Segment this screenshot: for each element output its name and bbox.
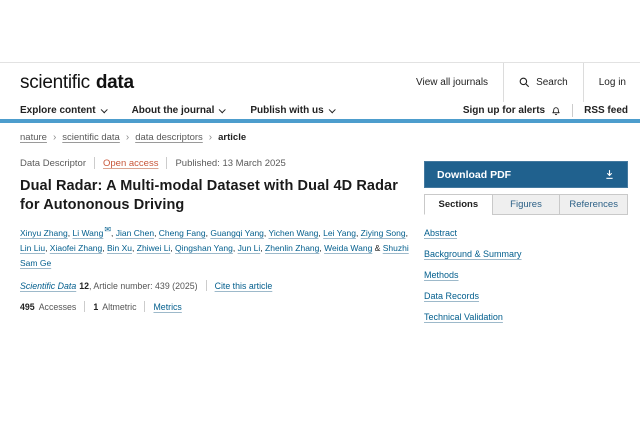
article-title: Dual Radar: A Multi-modal Dataset with D…: [20, 177, 410, 214]
download-icon: [604, 169, 615, 180]
author-link[interactable]: Yichen Wang: [268, 228, 318, 238]
nav-about-journal[interactable]: About the journal: [132, 105, 225, 116]
breadcrumb-current: article: [218, 132, 246, 143]
author-link[interactable]: Ziying Song: [361, 228, 406, 238]
section-link-abstract[interactable]: Abstract: [424, 228, 628, 238]
view-all-journals-label: View all journals: [416, 77, 488, 88]
bell-icon: [551, 105, 561, 116]
signup-alerts-link[interactable]: Sign up for alerts: [463, 105, 561, 116]
author-link[interactable]: Zhiwei Li: [137, 243, 171, 253]
search-button[interactable]: Search: [504, 63, 583, 102]
nav-about-journal-label: About the journal: [132, 105, 215, 116]
accesses-label: Accesses: [39, 302, 77, 312]
author-separator: &: [372, 243, 382, 253]
top-spacer: [0, 0, 640, 63]
altmetric-value: 1: [93, 302, 98, 312]
meta-divider: [166, 157, 167, 169]
section-link-background-summary[interactable]: Background & Summary: [424, 249, 628, 259]
author-link[interactable]: Zhenlin Zhang: [265, 243, 319, 253]
breadcrumb-nature[interactable]: nature: [20, 132, 47, 143]
section-links: Abstract Background & Summary Methods Da…: [424, 228, 628, 322]
author-link[interactable]: Li Wang: [72, 228, 103, 238]
breadcrumb: nature › scientific data › data descript…: [20, 132, 410, 143]
tab-references[interactable]: References: [559, 194, 628, 215]
chevron-down-icon: [219, 106, 226, 113]
author-list: Xinyu Zhang, Li Wang✉, Jian Chen, Cheng …: [20, 223, 410, 271]
tab-figures[interactable]: Figures: [492, 194, 561, 215]
author-link[interactable]: Qingshan Yang: [175, 243, 233, 253]
citation-divider: [206, 280, 207, 291]
nav-explore-content[interactable]: Explore content: [20, 105, 106, 116]
article-meta-row: Data Descriptor Open access Published: 1…: [20, 157, 410, 169]
article-main-column: nature › scientific data › data descript…: [20, 132, 410, 333]
chevron-down-icon: [100, 106, 107, 113]
metrics-divider: [144, 301, 145, 312]
search-label: Search: [536, 77, 568, 88]
nav-explore-content-label: Explore content: [20, 105, 96, 116]
author-link[interactable]: Bin Xu: [107, 243, 132, 253]
chevron-down-icon: [328, 106, 335, 113]
nav-divider: [572, 104, 573, 117]
sidebar-tabbar: Sections Figures References: [424, 194, 628, 215]
section-link-data-records[interactable]: Data Records: [424, 291, 628, 301]
author-link[interactable]: Lei Yang: [323, 228, 356, 238]
author-link[interactable]: Lin Liu: [20, 243, 45, 253]
metrics-row: 495 Accesses 1 Altmetric Metrics: [20, 301, 410, 312]
search-icon: [519, 77, 530, 88]
nav-publish-with-us[interactable]: Publish with us: [250, 105, 333, 116]
metrics-divider: [84, 301, 85, 312]
login-label: Log in: [599, 77, 626, 88]
article-type-label: Data Descriptor: [20, 158, 86, 169]
header-links: View all journals Search Log in: [401, 63, 628, 102]
author-link[interactable]: Xiaofei Zhang: [50, 243, 102, 253]
breadcrumb-data-descriptors[interactable]: data descriptors: [135, 132, 203, 143]
journal-logo[interactable]: scientific data: [20, 63, 134, 102]
download-pdf-label: Download PDF: [437, 169, 511, 181]
site-nav: Explore content About the journal Publis…: [0, 102, 640, 123]
logo-word-regular: scientific: [20, 72, 90, 94]
rss-feed-label: RSS feed: [584, 105, 628, 116]
altmetric-label: Altmetric: [102, 302, 136, 312]
article-number-text: , Article number: 439 (2025): [89, 281, 198, 291]
signup-alerts-label: Sign up for alerts: [463, 105, 545, 116]
rss-feed-link[interactable]: RSS feed: [584, 105, 628, 116]
download-pdf-button[interactable]: Download PDF: [424, 161, 628, 188]
login-link[interactable]: Log in: [584, 63, 628, 102]
site-header: scientific data View all journals Search…: [0, 63, 640, 102]
page-content: nature › scientific data › data descript…: [0, 123, 640, 333]
view-all-journals-link[interactable]: View all journals: [401, 63, 503, 102]
logo-word-bold: data: [96, 72, 134, 94]
section-link-methods[interactable]: Methods: [424, 270, 628, 280]
author-separator: ,: [406, 228, 408, 238]
author-link[interactable]: Guangqi Yang: [210, 228, 264, 238]
accesses-value: 495: [20, 302, 35, 312]
breadcrumb-separator: ›: [53, 132, 56, 143]
metrics-link[interactable]: Metrics: [153, 302, 181, 312]
author-link[interactable]: Xinyu Zhang: [20, 228, 68, 238]
author-link[interactable]: Cheng Fang: [159, 228, 206, 238]
published-date: Published: 13 March 2025: [175, 158, 285, 169]
nav-publish-with-us-label: Publish with us: [250, 105, 323, 116]
author-link[interactable]: Jian Chen: [116, 228, 154, 238]
breadcrumb-scientific-data[interactable]: scientific data: [62, 132, 120, 143]
nav-right: Sign up for alerts RSS feed: [463, 104, 628, 117]
author-link[interactable]: Weida Wang: [324, 243, 372, 253]
volume-number: 12: [79, 281, 89, 291]
nav-left: Explore content About the journal Publis…: [20, 105, 334, 116]
citation-row: Scientific Data 12 , Article number: 439…: [20, 280, 410, 291]
open-access-link[interactable]: Open access: [103, 158, 158, 169]
section-link-technical-validation[interactable]: Technical Validation: [424, 312, 628, 322]
tab-sections[interactable]: Sections: [424, 194, 493, 215]
journal-link[interactable]: Scientific Data: [20, 281, 76, 291]
article-sidebar: Download PDF Sections Figures References…: [424, 132, 628, 333]
breadcrumb-separator: ›: [209, 132, 212, 143]
cite-this-article-link[interactable]: Cite this article: [215, 281, 273, 291]
meta-divider: [94, 157, 95, 169]
breadcrumb-separator: ›: [126, 132, 129, 143]
author-link[interactable]: Jun Li: [238, 243, 261, 253]
